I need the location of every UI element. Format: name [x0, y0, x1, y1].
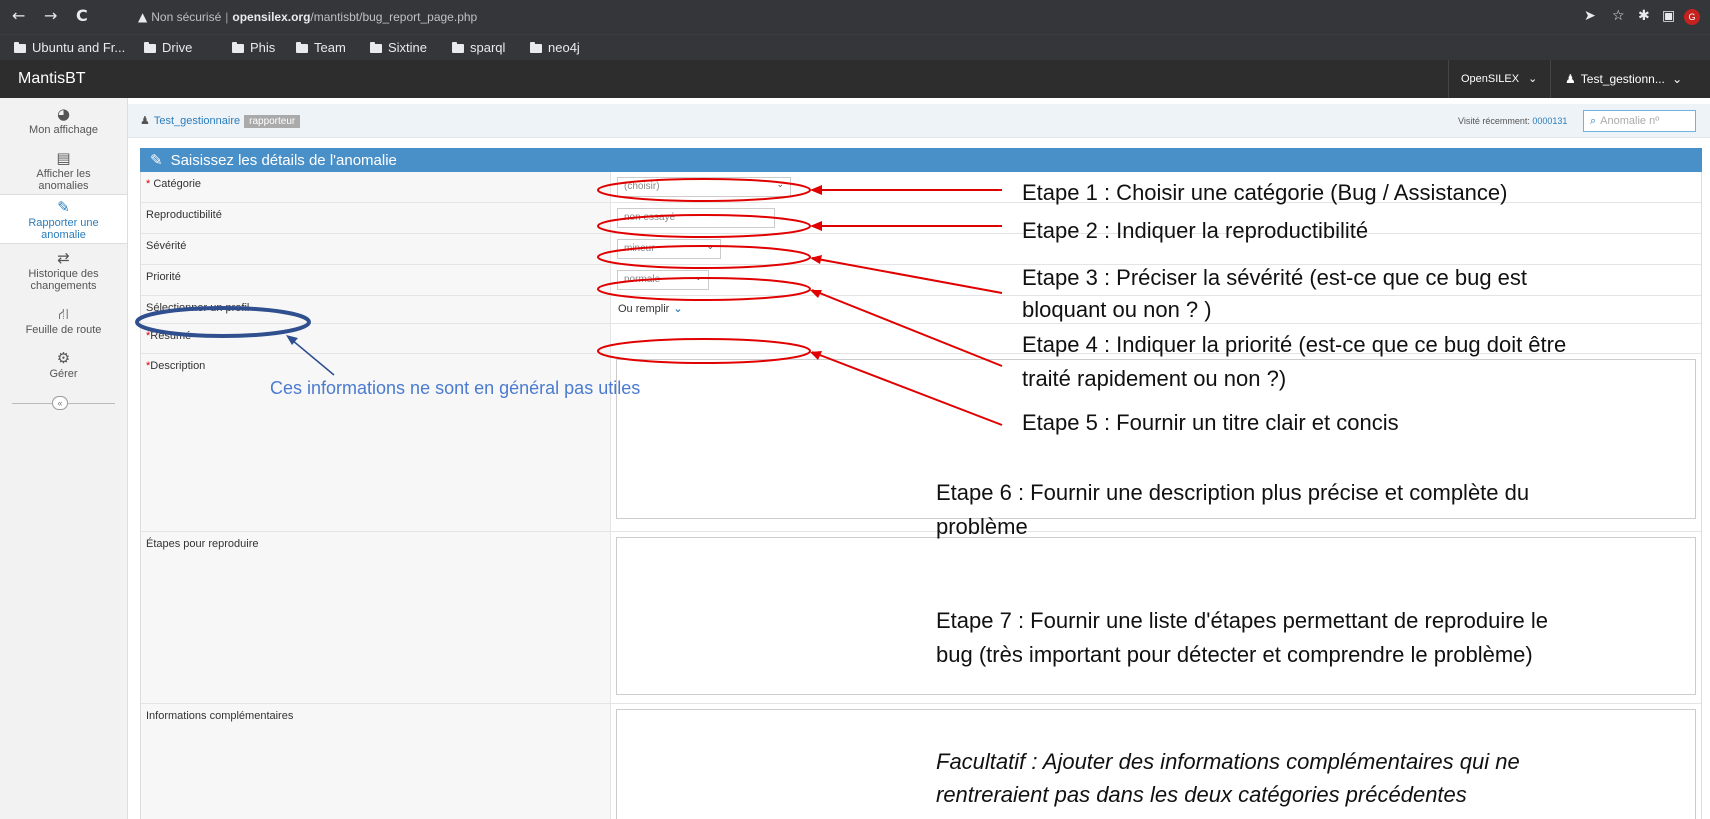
- steps-label: Étapes pour reproduire: [146, 538, 259, 550]
- annotation-optional-line2: rentreraient pas dans les deux catégorie…: [936, 782, 1467, 807]
- project-dropdown[interactable]: OpenSILEX ⌄: [1448, 60, 1548, 98]
- form-title: Saisissez les détails de l'anomalie: [170, 152, 397, 169]
- edit-icon: ✎: [150, 151, 163, 169]
- sidebar: ◕ Mon affichage ▤ Afficher les anomalies…: [0, 98, 128, 819]
- browser-toolbar: ← → C ▲ Non sécurisé | opensilex.org/mantis…: [0, 0, 1710, 34]
- chevron-down-icon: ⌄: [706, 242, 714, 252]
- annotation-step4-line2: traité rapidement ou non ?): [1022, 366, 1287, 391]
- user-icon: ♟: [140, 114, 150, 127]
- reload-icon[interactable]: C: [76, 6, 88, 25]
- or-fill-toggle[interactable]: Ou remplir ⌄: [618, 302, 683, 315]
- annotation-step3-line1: Etape 3 : Préciser la sévérité (est-ce q…: [1022, 265, 1528, 290]
- form-header: ✎ Saisissez les détails de l'anomalie: [140, 148, 1702, 172]
- warning-icon: ▲: [138, 10, 148, 24]
- sidebar-item-my-view[interactable]: ◕ Mon affichage: [0, 106, 127, 146]
- annotation-step6-line1: Etape 6 : Fournir une description plus p…: [936, 480, 1530, 505]
- profile-avatar[interactable]: G: [1684, 9, 1700, 25]
- user-icon: ♟: [1565, 72, 1576, 86]
- search-icon: ⌕: [1590, 114, 1597, 127]
- chevron-down-icon: ⌄: [694, 273, 702, 283]
- chevron-down-icon: ⌄: [1528, 72, 1538, 85]
- star-icon[interactable]: ☆: [1612, 8, 1625, 24]
- row-profile: Sélectionner un profil Ou remplir ⌄: [141, 296, 1701, 324]
- reproducibility-label: Reproductibilité: [146, 209, 222, 221]
- annotation-step5: Etape 5 : Fournir un titre clair et conc…: [1022, 410, 1399, 435]
- summary-label: *Résumé: [146, 330, 192, 342]
- back-icon[interactable]: ←: [12, 6, 25, 25]
- folder-icon: [232, 42, 244, 53]
- url-path: /mantisbt/bug_report_page.php: [310, 10, 478, 24]
- list-icon: ▤: [56, 149, 71, 167]
- sidebar-item-view-issues[interactable]: ▤ Afficher les anomalies: [0, 150, 127, 192]
- annotation-step7-line1: Etape 7 : Fournir une liste d'étapes per…: [936, 608, 1549, 633]
- sidebar-item-report-issue[interactable]: ✎ Rapporter une anomalie: [0, 194, 127, 244]
- bookmark-ubuntu[interactable]: Ubuntu and Fr...: [14, 40, 125, 55]
- additional-label: Informations complémentaires: [146, 710, 294, 722]
- annotation-step3-line2: bloquant ou non ? ): [1022, 297, 1212, 322]
- annotation-step7-line2: bug (très important pour détecter et com…: [936, 642, 1533, 667]
- recent-issue-link[interactable]: 0000131: [1532, 116, 1567, 126]
- category-label: * Catégorie: [146, 178, 202, 190]
- bookmark-drive[interactable]: Drive: [144, 40, 192, 55]
- recently-visited: Visité récemment: 0000131: [1458, 116, 1568, 126]
- priority-select[interactable]: normale ⌄: [617, 270, 709, 290]
- road-icon: ⛙: [58, 305, 69, 323]
- bookmark-sparql[interactable]: sparql: [452, 40, 505, 55]
- chevron-down-icon: ⌄: [673, 302, 683, 315]
- sidebar-collapse[interactable]: «: [0, 396, 127, 410]
- send-icon[interactable]: ➤: [1584, 8, 1596, 24]
- profile-label: Sélectionner un profil: [146, 302, 250, 314]
- sidebar-item-changelog[interactable]: ⇄ Historique des changements: [0, 250, 127, 294]
- folder-icon: [14, 42, 26, 53]
- url-host: opensilex.org: [232, 10, 311, 24]
- reproducibility-select[interactable]: non essayé ⌄: [617, 208, 775, 228]
- priority-label: Priorité: [146, 271, 181, 283]
- double-chevron-left-icon: «: [52, 396, 68, 410]
- annotation-step2: Etape 2 : Indiquer la reproductibilité: [1022, 218, 1369, 243]
- annotation-step1: Etape 1 : Choisir une catégorie (Bug / A…: [1022, 180, 1508, 205]
- edit-icon: ✎: [57, 198, 70, 216]
- row-severity: Sévérité mineur ⌄: [141, 234, 1701, 265]
- role-badge: rapporteur: [244, 115, 301, 128]
- bookmark-phis[interactable]: Phis: [232, 40, 275, 55]
- forward-icon[interactable]: →: [44, 6, 57, 25]
- security-label: Non sécurisé: [151, 10, 222, 24]
- bookmark-neo4j[interactable]: neo4j: [530, 40, 580, 55]
- extensions-icon[interactable]: ✱: [1638, 8, 1650, 24]
- chevron-down-icon: ⌄: [1672, 72, 1683, 86]
- sidepanel-icon[interactable]: ▣: [1662, 8, 1675, 24]
- chevron-down-icon: ⌄: [760, 211, 768, 221]
- annotation-optional-line1: Facultatif : Ajouter des informations co…: [936, 749, 1520, 774]
- folder-icon: [530, 42, 542, 53]
- folder-icon: [144, 42, 156, 53]
- issue-search-input[interactable]: ⌕ Anomalie nº: [1583, 110, 1696, 132]
- gears-icon: ⚙: [56, 349, 71, 367]
- annotation-step4-line1: Etape 4 : Indiquer la priorité (est-ce q…: [1022, 332, 1567, 357]
- brand-logo[interactable]: MantisBT: [18, 70, 86, 88]
- severity-label: Sévérité: [146, 240, 187, 252]
- annotation-step6-line2: problème: [936, 514, 1028, 539]
- current-user[interactable]: ♟ Test_gestionnaire rapporteur: [140, 114, 301, 128]
- description-label: *Description: [146, 360, 206, 372]
- chevron-down-icon: ⌄: [776, 180, 784, 190]
- annotation-profile-note: Ces informations ne sont en général pas …: [270, 378, 641, 398]
- breadcrumb: ♟ Test_gestionnaire rapporteur Visité réce…: [128, 104, 1710, 138]
- dashboard-icon: ◕: [56, 105, 71, 123]
- folder-icon: [452, 42, 464, 53]
- bookmark-team[interactable]: Team: [296, 40, 346, 55]
- app-navbar: MantisBT OpenSILEX ⌄ ♟ Test_gestionn... ⌄: [0, 60, 1710, 98]
- user-menu[interactable]: ♟ Test_gestionn... ⌄: [1550, 60, 1710, 98]
- folder-icon: [370, 42, 382, 53]
- category-select[interactable]: (choisir) ⌄: [617, 177, 791, 197]
- bookmark-sixtine[interactable]: Sixtine: [370, 40, 427, 55]
- folder-icon: [296, 42, 308, 53]
- severity-select[interactable]: mineur ⌄: [617, 239, 721, 259]
- bookmarks-bar: Ubuntu and Fr... Drive Phis Team Sixtine…: [0, 34, 1710, 60]
- sidebar-item-manage[interactable]: ⚙ Gérer: [0, 350, 127, 386]
- address-bar[interactable]: ▲ Non sécurisé | opensilex.org/mantisbt/bug…: [138, 10, 477, 24]
- retweet-icon: ⇄: [57, 249, 70, 267]
- sidebar-item-roadmap[interactable]: ⛙ Feuille de route: [0, 306, 127, 342]
